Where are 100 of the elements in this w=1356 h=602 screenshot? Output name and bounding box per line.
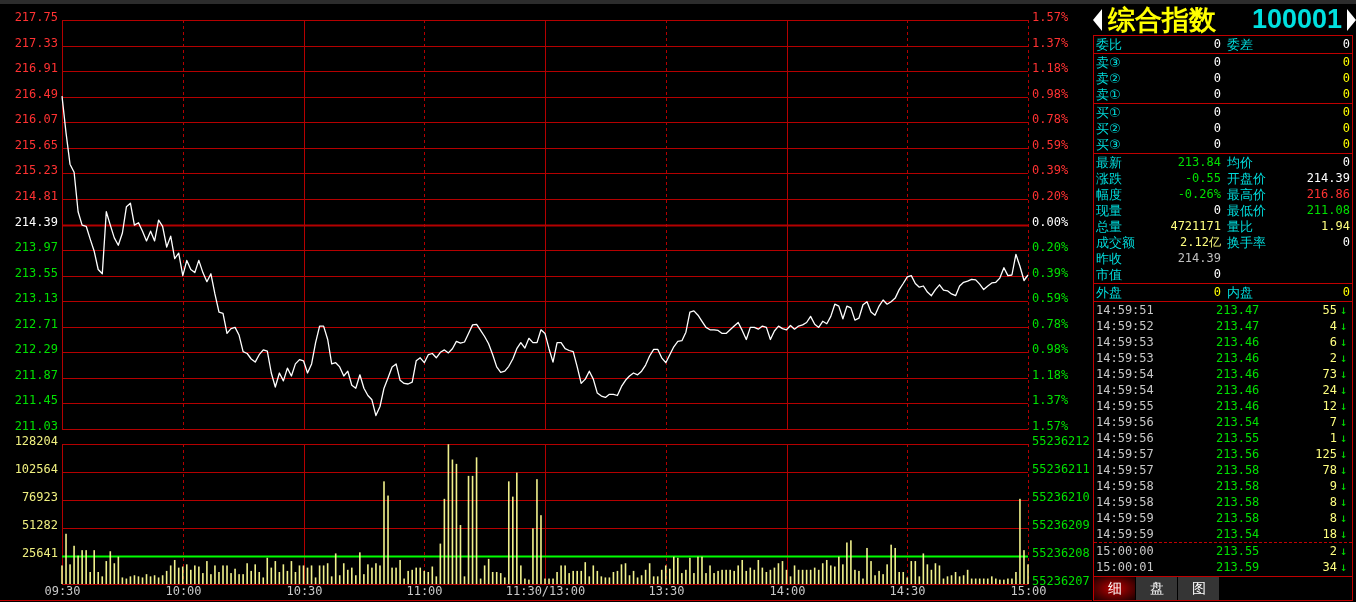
tick-price: 213.56	[1216, 446, 1261, 462]
tick-time: 14:59:54	[1095, 382, 1155, 398]
volume-axis-label: 51282	[21, 518, 58, 532]
price-axis-label: 215.65	[14, 138, 58, 152]
field-label: 最高价	[1227, 186, 1266, 202]
tick-time: 14:59:55	[1095, 398, 1155, 414]
field-label: 换手率	[1227, 234, 1266, 250]
percent-axis-label: 0.98%	[1032, 87, 1069, 101]
tick-time: 14:59:52	[1095, 318, 1155, 334]
volume-axis-label: 55236212	[1032, 436, 1090, 448]
field-label: 内盘	[1227, 284, 1253, 300]
volume-axis-label: 102564	[14, 462, 58, 476]
price-axis-label: 217.33	[14, 36, 58, 50]
field-value: 0	[1342, 235, 1350, 249]
field-label: 卖③	[1096, 54, 1121, 70]
tick-time: 14:59:57	[1095, 462, 1155, 478]
field-value: 0	[1213, 285, 1221, 299]
field-value: 0	[1213, 203, 1221, 217]
tick-time: 15:00:00	[1095, 543, 1155, 559]
field-value: 0	[1213, 137, 1221, 151]
arrow-icon: ↓	[1337, 382, 1350, 398]
field-label: 外盘	[1096, 284, 1122, 300]
field-value: 213.84	[1177, 155, 1221, 169]
tick-price: 213.55	[1216, 430, 1261, 446]
percent-axis-label: 0.00%	[1032, 215, 1069, 229]
price-axis-label: 216.07	[14, 112, 58, 126]
tick-volume: 2	[1328, 350, 1337, 366]
tick-time: 14:59:59	[1095, 510, 1155, 526]
field-label: 开盘价	[1227, 170, 1266, 186]
percent-axis-label: 1.18%	[1032, 368, 1069, 382]
tick-volume: 73	[1321, 366, 1337, 382]
tick-volume: 8	[1328, 510, 1337, 526]
tick-price: 213.54	[1216, 414, 1261, 430]
right-arrow-icon[interactable]	[1347, 8, 1356, 31]
percent-axis-label: 0.59%	[1032, 291, 1069, 305]
tick-time: 14:59:57	[1095, 446, 1155, 462]
tick-price: 213.58	[1216, 462, 1261, 478]
tick-time: 14:59:58	[1095, 478, 1155, 494]
field-label: 最新	[1096, 154, 1122, 170]
percent-axis-label: 1.37%	[1032, 393, 1069, 407]
field-value: 0	[1213, 87, 1221, 101]
price-axis-label: 214.81	[14, 189, 58, 203]
left-arrow-icon[interactable]	[1093, 8, 1102, 31]
volume-axis-label: 55236210	[1032, 490, 1090, 504]
price-axis-label: 211.03	[14, 419, 58, 433]
arrow-icon: ↓	[1337, 414, 1350, 430]
field-value: 0	[1213, 37, 1221, 51]
price-axis-label: 217.75	[14, 10, 58, 24]
time-axis-label: 09:30	[44, 584, 81, 598]
tab[interactable]: 盘	[1136, 577, 1177, 600]
field-label: 涨跌	[1096, 170, 1122, 186]
field-value: 0	[1342, 105, 1350, 119]
field-value: 214.39	[1306, 171, 1350, 185]
price-axis-label: 211.87	[14, 368, 58, 382]
field-label: 均价	[1227, 154, 1253, 170]
percent-axis-label: 0.98%	[1032, 342, 1069, 356]
field-value: 0	[1342, 155, 1350, 169]
arrow-icon: ↓	[1337, 543, 1350, 559]
field-value: 0	[1342, 71, 1350, 85]
percent-axis-label: 0.39%	[1032, 266, 1069, 280]
field-label: 委差	[1227, 36, 1253, 52]
time-axis-label: 13:30	[648, 584, 685, 598]
tick-volume: 34	[1321, 559, 1337, 575]
volume-axis-label: 76923	[21, 490, 58, 504]
tick-time: 14:59:53	[1095, 334, 1155, 350]
tick-price: 213.47	[1216, 318, 1261, 334]
volume-axis-label: 25641	[21, 546, 58, 560]
percent-axis-label: 0.78%	[1032, 317, 1069, 331]
tick-time: 14:59:58	[1095, 494, 1155, 510]
tick-price: 213.46	[1216, 366, 1261, 382]
price-axis-label: 216.91	[14, 61, 58, 75]
arrow-icon: ↓	[1337, 334, 1350, 350]
arrow-icon: ↓	[1337, 430, 1350, 446]
tab[interactable]: 细	[1094, 577, 1135, 600]
tick-volume: 8	[1328, 494, 1337, 510]
tick-price: 213.46	[1216, 382, 1261, 398]
percent-axis-label: 1.18%	[1032, 61, 1069, 75]
arrow-icon: ↓	[1337, 510, 1350, 526]
arrow-icon: ↓	[1337, 446, 1350, 462]
tab[interactable]: 图	[1178, 577, 1219, 600]
tick-volume: 12	[1321, 398, 1337, 414]
tick-time: 15:00:01	[1095, 559, 1155, 575]
arrow-icon: ↓	[1337, 559, 1350, 575]
tick-volume: 24	[1321, 382, 1337, 398]
tick-price: 213.59	[1216, 559, 1261, 575]
volume-axis-label: 55236208	[1032, 546, 1090, 560]
arrow-icon: ↓	[1337, 318, 1350, 334]
tick-time: 14:59:59	[1095, 526, 1155, 542]
tick-volume: 6	[1328, 334, 1337, 350]
tick-volume: 18	[1321, 526, 1337, 542]
price-axis-label: 213.13	[14, 291, 58, 305]
field-label: 量比	[1227, 218, 1253, 234]
arrow-icon: ↓	[1337, 526, 1350, 542]
price-axis-label: 212.29	[14, 342, 58, 356]
tick-time: 14:59:51	[1095, 302, 1155, 318]
field-label: 幅度	[1096, 186, 1122, 202]
percent-axis-label: 1.57%	[1032, 10, 1069, 24]
field-label: 总量	[1096, 218, 1122, 234]
price-axis-label: 211.45	[14, 393, 58, 407]
percent-axis-label: 1.37%	[1032, 36, 1069, 50]
